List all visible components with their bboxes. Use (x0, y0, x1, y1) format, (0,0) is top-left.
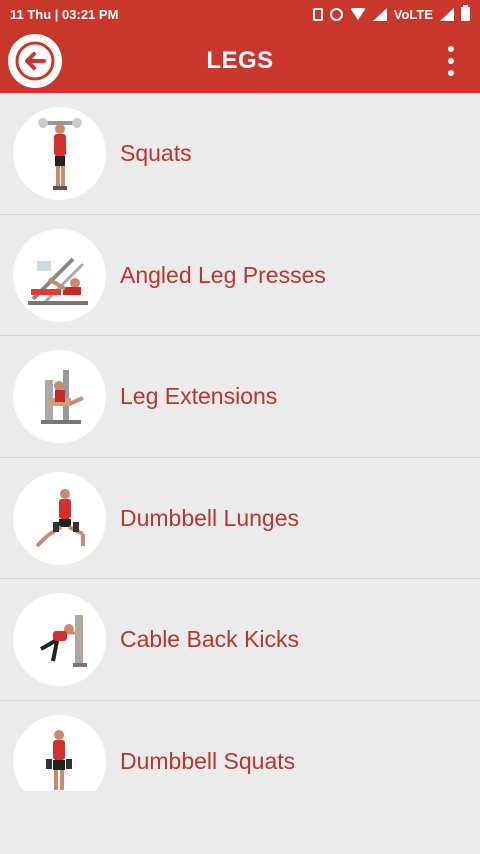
network-label: VoLTE (393, 6, 433, 22)
page-title: LEGS (206, 46, 274, 74)
exercise-list: Squats Angled Leg Presses Leg Extensions… (0, 93, 480, 791)
exercise-label: Dumbbell Squats (120, 747, 296, 774)
cable-back-kicks-thumbnail (13, 593, 106, 686)
list-item-angled-leg-presses[interactable]: Angled Leg Presses (0, 215, 480, 336)
list-item-leg-extensions[interactable]: Leg Extensions (0, 336, 480, 458)
screen: 11 Thu | 03:21 PM VoLTE LEGS Squats Angl… (0, 0, 480, 854)
menu-dot (448, 46, 454, 52)
list-item-dumbbell-squats[interactable]: Dumbbell Squats (0, 701, 480, 791)
exercise-label: Cable Back Kicks (120, 626, 299, 652)
squats-thumbnail (13, 107, 106, 200)
menu-dot (448, 58, 454, 64)
signal-icon (372, 7, 387, 21)
alarm-icon (329, 7, 343, 21)
exercise-label: Angled Leg Presses (120, 261, 326, 288)
back-arrow-icon (15, 41, 55, 81)
vibrate-icon (312, 7, 323, 21)
list-item-squats[interactable]: Squats (0, 93, 480, 215)
list-item-cable-back-kicks[interactable]: Cable Back Kicks (0, 579, 480, 701)
signal-icon-2 (440, 7, 454, 21)
status-right: VoLTE (312, 5, 470, 22)
angled-leg-presses-thumbnail (13, 228, 106, 322)
wifi-icon (349, 8, 366, 20)
more-vert-icon[interactable] (446, 46, 456, 76)
list-item-dumbbell-lunges[interactable]: Dumbbell Lunges (0, 458, 480, 579)
dumbbell-squats-thumbnail (13, 714, 106, 791)
exercise-label: Dumbbell Lunges (120, 504, 300, 531)
menu-dot (448, 70, 454, 76)
status-time: 11 Thu | 03:21 PM (10, 6, 119, 22)
battery-icon (461, 5, 470, 21)
dumbbell-lunges-thumbnail (13, 471, 106, 565)
back-button[interactable] (8, 34, 62, 88)
leg-extensions-thumbnail (13, 350, 106, 443)
status-bar: 11 Thu | 03:21 PM VoLTE (0, 0, 480, 28)
exercise-label: Leg Extensions (120, 383, 278, 409)
exercise-label: Squats (120, 140, 192, 166)
app-bar: LEGS (0, 28, 480, 93)
status-left: 11 Thu | 03:21 PM (10, 7, 118, 22)
